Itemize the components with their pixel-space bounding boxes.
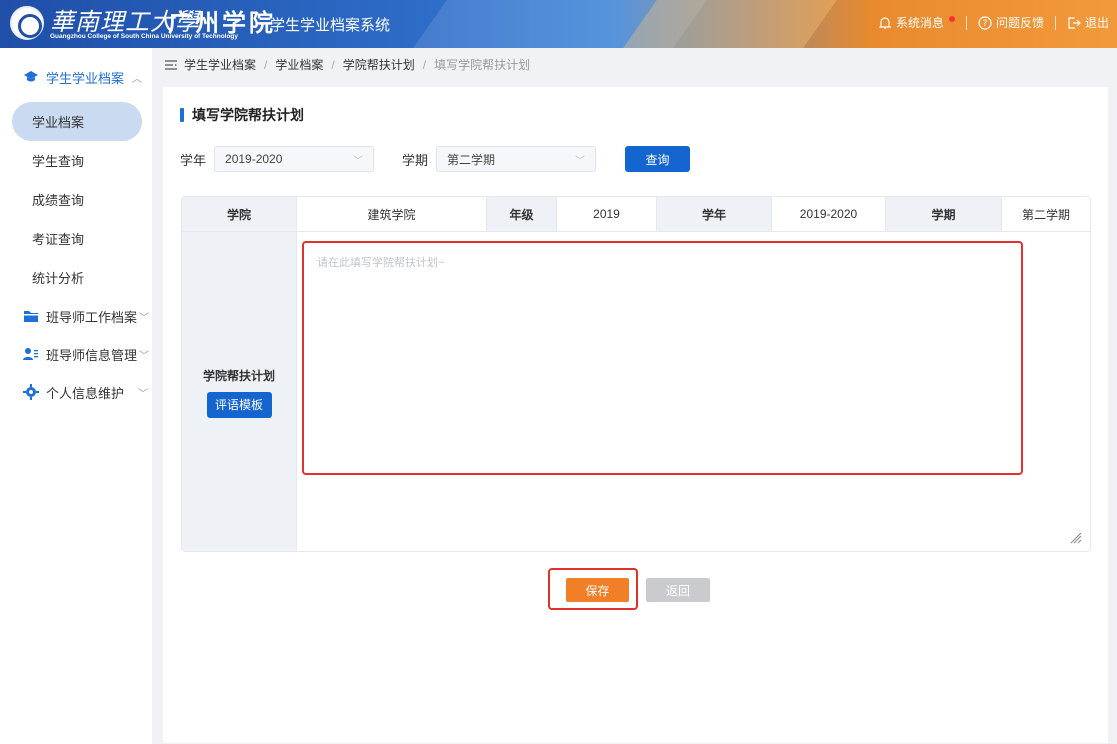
sidebar-item-label: 统计分析 [32,271,85,286]
sidebar-group-label: 学生学业档案 [46,70,125,86]
resize-handle-icon[interactable] [1070,532,1082,544]
question-circle-icon: ? [978,15,992,30]
plan-textarea[interactable]: 请在此填写学院帮扶计划~ [297,232,1090,551]
sidebar-item-label: 学业档案 [32,115,85,130]
menu-toggle-icon[interactable] [164,59,178,71]
sidebar-group-label: 班导师工作档案 [46,309,138,325]
term-select[interactable]: 第二学期 ﹀ [436,146,597,172]
sidebar-item-label: 学生查询 [32,154,85,169]
breadcrumb: 学生学业档案 / 学业档案 / 学院帮扶计划 / 填写学院帮扶计划 [164,56,530,73]
back-button[interactable]: 返回 [646,578,710,602]
system-title: 学生学业档案系统 [270,17,391,34]
term-label: 学期 [402,152,429,168]
breadcrumb-item[interactable]: 学业档案 [275,56,323,73]
plan-row-label: 学院帮扶计划 评语模板 [182,232,297,551]
plan-row: 学院帮扶计划 评语模板 请在此填写学院帮扶计划~ [182,232,1090,551]
feedback-label: 问题反馈 [995,16,1044,30]
save-button[interactable]: 保存 [566,578,629,602]
grade-value: 2019 [557,197,657,231]
chevron-down-icon: ﹀ [138,388,149,400]
page-title: 填写学院帮扶计划 [180,105,304,125]
college-header: 学院 [182,197,297,231]
sidebar-group-label: 个人信息维护 [46,385,125,401]
query-button[interactable]: 查询 [625,146,691,172]
page-title-text: 填写学院帮扶计划 [192,107,304,123]
table-header-row: 学院 建筑学院 年级 2019 学年 2019-2020 学期 第二学期 [182,197,1090,232]
year-header: 学年 [657,197,772,231]
chevron-up-icon: ︿ [132,73,143,85]
year-select[interactable]: 2019-2020 ﹀ [214,146,375,172]
sidebar-item-label: 成绩查询 [32,193,85,208]
gear-icon [22,383,40,401]
plan-table: 学院 建筑学院 年级 2019 学年 2019-2020 学期 第二学期 学院帮… [181,196,1091,552]
plan-label-text: 学院帮扶计划 [202,368,275,383]
logout-label: 退出 [1084,16,1109,30]
year-value: 2019-2020 [772,197,886,231]
term-header: 学期 [886,197,1002,231]
top-header: 華南理工大學 广州学院 Guangzhou College of South C… [0,0,1117,48]
term-select-value: 第二学期 [447,152,496,167]
chevron-down-icon: ﹀ [353,155,364,167]
sidebar-item-label: 考证查询 [32,232,85,247]
year-select-value: 2019-2020 [225,152,283,166]
sidebar-group-tutor-archive[interactable]: 班导师工作档案 ﹀ [0,297,152,335]
grade-header: 年级 [487,197,557,231]
chevron-down-icon: ﹀ [139,350,150,362]
school-seal-icon [10,6,44,40]
breadcrumb-item[interactable]: 学院帮扶计划 [343,56,415,73]
logout-icon [1068,16,1081,29]
term-value: 第二学期 [1002,197,1090,231]
main-panel: 填写学院帮扶计划 学年 2019-2020 ﹀ 学期 第二学期 ﹀ 查询 学院 … [163,87,1108,743]
header-actions: 系统消息 ? 问题反馈 退出 [878,14,1109,31]
breadcrumb-separator: / [331,57,335,72]
sidebar-item-statistics[interactable]: 统计分析 [0,258,152,297]
breadcrumb-separator: / [264,57,268,72]
chevron-down-icon: ﹀ [139,312,150,324]
sidebar-item-score-query[interactable]: 成绩查询 [0,180,152,219]
chevron-down-icon: ﹀ [575,155,586,167]
filter-bar: 学年 2019-2020 ﹀ 学期 第二学期 ﹀ 查询 [180,146,691,172]
sidebar-item-certificate-query[interactable]: 考证查询 [0,219,152,258]
year-label: 学年 [180,152,207,168]
divider [1054,15,1056,30]
sidebar: 学生学业档案 ︿ 学业档案 学生查询 成绩查询 考证查询 统计分析 班导师工作档… [0,48,152,744]
svg-text:?: ? [983,19,988,29]
system-messages-label: 系统消息 [895,16,944,30]
sidebar-group-tutor-info[interactable]: 班导师信息管理 ﹀ [0,335,152,373]
sidebar-group-personal-info[interactable]: 个人信息维护 ﹀ [0,373,152,411]
folder-icon [22,307,40,325]
system-messages-button[interactable]: 系统消息 [878,14,955,31]
sidebar-item-academic-archive[interactable]: 学业档案 [12,102,142,141]
plan-textarea-placeholder: 请在此填写学院帮扶计划~ [317,257,445,269]
breadcrumb-current: 填写学院帮扶计划 [434,58,531,72]
graduation-cap-icon [22,68,40,86]
breadcrumb-item[interactable]: 学生学业档案 [184,56,256,73]
header-decoration [623,0,837,48]
breadcrumb-separator: / [422,57,427,72]
college-value: 建筑学院 [297,197,487,231]
unread-dot [948,15,955,22]
sidebar-group-student-archive[interactable]: 学生学业档案 ︿ [0,58,152,96]
comment-template-button[interactable]: 评语模板 [206,391,272,418]
sidebar-item-student-query[interactable]: 学生查询 [0,141,152,180]
bell-icon [878,16,892,29]
title-accent-bar [180,108,184,122]
logout-button[interactable]: 退出 [1067,14,1109,31]
logo-english: Guangzhou College of South China Univers… [50,33,239,40]
feedback-button[interactable]: ? 问题反馈 [978,14,1044,31]
sidebar-group-label: 班导师信息管理 [46,347,138,363]
user-list-icon [22,345,40,363]
divider [965,15,967,30]
